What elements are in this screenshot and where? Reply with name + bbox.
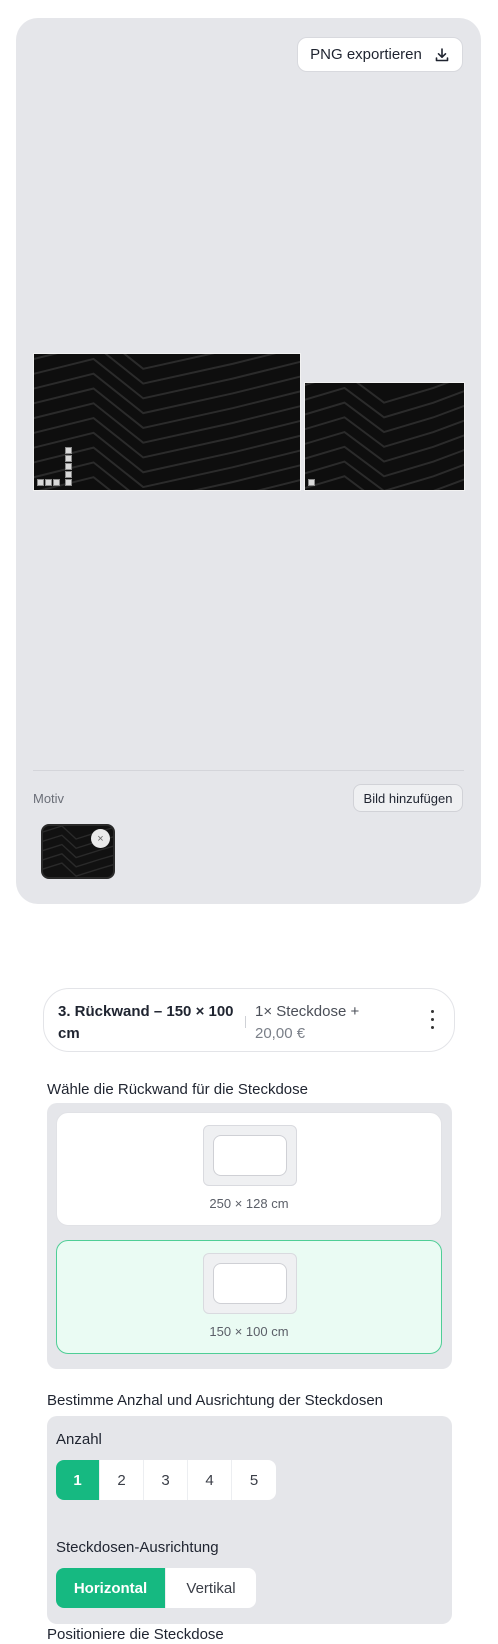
count-label: Anzahl bbox=[56, 1431, 102, 1448]
wall-choice-title: Wähle die Rückwand für die Steckdose bbox=[47, 1081, 308, 1098]
preview-card: PNG exportieren Motiv Bild hinzufügen × bbox=[16, 18, 481, 904]
count-option-5[interactable]: 5 bbox=[232, 1460, 276, 1500]
count-section-title: Bestimme Anzhal und Ausrichtung der Stec… bbox=[47, 1392, 384, 1409]
socket-marker bbox=[65, 455, 72, 462]
divider bbox=[33, 770, 464, 771]
wall-frame-icon bbox=[203, 1125, 297, 1186]
orientation-horizontal[interactable]: Horizontal bbox=[56, 1568, 166, 1608]
orientation-label: Steckdosen-Ausrichtung bbox=[56, 1539, 219, 1556]
row-menu-icon[interactable] bbox=[424, 1007, 440, 1031]
wall-panel-150x100[interactable] bbox=[304, 382, 465, 491]
row-separator bbox=[245, 1016, 246, 1028]
download-icon bbox=[435, 47, 449, 61]
orientation-selector: Horizontal Vertikal bbox=[56, 1568, 256, 1608]
add-image-button[interactable]: Bild hinzufügen bbox=[353, 784, 463, 812]
orientation-vertical[interactable]: Vertikal bbox=[166, 1568, 256, 1608]
motif-label: Motiv bbox=[33, 791, 65, 806]
socket-marker bbox=[308, 479, 315, 486]
count-option-2[interactable]: 2 bbox=[100, 1460, 144, 1500]
socket-frame-icon bbox=[213, 1135, 287, 1176]
wall-option-150x100[interactable]: 150 × 100 cm bbox=[56, 1240, 442, 1354]
row-separator bbox=[240, 932, 241, 942]
socket-marker bbox=[65, 471, 72, 478]
wall-row-size: 128 cm bbox=[58, 927, 109, 944]
wall-option-250x128[interactable]: 250 × 128 cm bbox=[56, 1112, 442, 1226]
socket-frame-icon bbox=[213, 1263, 287, 1304]
count-option-1[interactable]: 1 bbox=[56, 1460, 100, 1500]
count-option-4[interactable]: 4 bbox=[188, 1460, 232, 1500]
count-option-3[interactable]: 3 bbox=[144, 1460, 188, 1500]
motif-thumbnail[interactable]: × bbox=[41, 824, 115, 879]
wave-pattern-image bbox=[305, 383, 464, 490]
socket-marker bbox=[65, 479, 72, 486]
wall-option-dims: 250 × 128 cm bbox=[209, 1196, 289, 1211]
export-png-button[interactable]: PNG exportieren bbox=[297, 37, 463, 72]
socket-marker bbox=[37, 479, 44, 486]
wall-panel-250x128[interactable] bbox=[33, 353, 301, 491]
socket-count-text: 1× Steckdose + bbox=[255, 1003, 360, 1020]
count-selector: 1 2 3 4 5 bbox=[56, 1460, 276, 1500]
wall-row-price: 20,00 € bbox=[255, 1025, 306, 1042]
export-label: PNG exportieren bbox=[310, 46, 422, 63]
socket-marker bbox=[65, 463, 72, 470]
socket-marker bbox=[65, 447, 72, 454]
wall-option-dims: 150 × 100 cm bbox=[209, 1324, 289, 1339]
count-orientation-box: Anzahl 1 2 3 4 5 Steckdosen-Ausrichtung … bbox=[47, 1416, 452, 1624]
row-menu-icon[interactable]: ⋮ bbox=[422, 926, 436, 943]
wall-row-3[interactable]: 3. Rückwand – 150 × 100 cm 1× Steckdose … bbox=[43, 988, 455, 1052]
wall-frame-icon bbox=[203, 1253, 297, 1314]
wall-row-title: 3. Rückwand – 150 × 100 cm bbox=[58, 1003, 234, 1042]
socket-marker bbox=[45, 479, 52, 486]
wall-row-info: 1× Steckdose + 20,00 € bbox=[255, 1001, 405, 1045]
socket-marker bbox=[53, 479, 60, 486]
position-section-title: Positioniere die Steckdose bbox=[47, 1626, 224, 1643]
wall-row-price: 100,00 € bbox=[248, 927, 307, 944]
wall-choice-box: 250 × 128 cm 150 × 100 cm bbox=[47, 1103, 452, 1369]
remove-motif-button[interactable]: × bbox=[91, 829, 110, 848]
wave-pattern-image bbox=[34, 354, 300, 490]
